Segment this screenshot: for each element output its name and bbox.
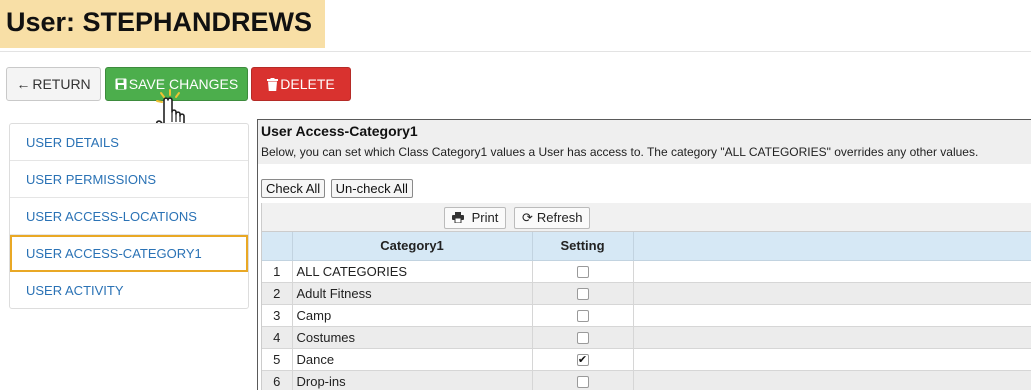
- column-header-setting[interactable]: Setting: [532, 232, 634, 261]
- filler-cell: [633, 370, 1031, 390]
- setting-checkbox[interactable]: [576, 266, 589, 279]
- printer-icon: [452, 210, 472, 225]
- filler-cell: [633, 348, 1031, 371]
- table-row: 1 ALL CATEGORIES: [262, 260, 1031, 283]
- column-header-filler: [633, 232, 1031, 261]
- arrow-left-icon: ←: [16, 76, 31, 92]
- table-row: 4 Costumes: [262, 326, 1031, 349]
- sidebar-item-user-access-category1[interactable]: USER ACCESS-CATEGORY1: [10, 235, 248, 272]
- row-number: 5: [262, 348, 293, 371]
- category-access-panel: User Access-Category1 Below, you can set…: [257, 119, 1031, 390]
- filler-cell: [633, 304, 1031, 327]
- print-label: Print: [471, 210, 499, 225]
- column-header-category[interactable]: Category1: [292, 232, 533, 261]
- setting-checkbox[interactable]: [576, 310, 589, 323]
- row-number: 6: [262, 370, 293, 390]
- return-button[interactable]: ← RETURN: [6, 67, 101, 101]
- category-cell: Dance: [292, 348, 533, 371]
- category-cell: Adult Fitness: [292, 282, 533, 305]
- setting-checkbox[interactable]: [576, 376, 589, 389]
- column-header-row-number: [262, 232, 293, 261]
- sidebar-item-user-activity[interactable]: USER ACTIVITY: [10, 272, 248, 309]
- delete-button[interactable]: DELETE: [251, 67, 351, 101]
- category-cell: Drop-ins: [292, 370, 533, 390]
- grid-toolbar: Print ⟳ Refresh: [262, 203, 1031, 232]
- panel-description: Below, you can set which Class Category1…: [261, 145, 979, 159]
- refresh-label: Refresh: [536, 210, 583, 225]
- setting-checkbox[interactable]: [576, 332, 589, 345]
- category-grid: Print ⟳ Refresh Category1 Setting 1 ALL CA…: [261, 203, 1031, 390]
- check-controls: Check All Un-check All: [261, 179, 414, 198]
- row-number: 1: [262, 260, 293, 283]
- category-cell: Camp: [292, 304, 533, 327]
- print-button[interactable]: Print: [444, 207, 507, 229]
- sidebar-nav: USER DETAILS USER PERMISSIONS USER ACCES…: [9, 123, 249, 309]
- trash-icon: [267, 68, 279, 100]
- sidebar-item-user-access-locations[interactable]: USER ACCESS-LOCATIONS: [10, 198, 248, 235]
- filler-cell: [633, 282, 1031, 305]
- panel-title: User Access-Category1: [261, 123, 418, 139]
- sidebar-item-user-permissions[interactable]: USER PERMISSIONS: [10, 161, 248, 198]
- setting-cell: [532, 260, 634, 283]
- floppy-disk-icon: [115, 68, 127, 100]
- category-table: Category1 Setting 1 ALL CATEGORIES 2 Adult …: [262, 232, 1031, 390]
- table-row: 6 Drop-ins: [262, 370, 1031, 390]
- setting-checkbox[interactable]: ✔: [576, 354, 589, 367]
- setting-cell: [532, 370, 634, 390]
- filler-cell: [633, 260, 1031, 283]
- category-cell: ALL CATEGORIES: [292, 260, 533, 283]
- check-all-button[interactable]: Check All: [261, 179, 326, 198]
- return-button-label: RETURN: [32, 76, 91, 92]
- row-number: 4: [262, 326, 293, 349]
- row-number: 2: [262, 282, 293, 305]
- setting-cell: ✔: [532, 348, 634, 371]
- refresh-button[interactable]: ⟳ Refresh: [514, 207, 591, 229]
- uncheck-all-button[interactable]: Un-check All: [330, 179, 413, 198]
- setting-cell: [532, 326, 634, 349]
- title-divider: [0, 51, 1031, 52]
- refresh-icon: ⟳: [522, 210, 533, 225]
- setting-cell: [532, 282, 634, 305]
- delete-button-label: DELETE: [280, 76, 335, 92]
- setting-checkbox[interactable]: [576, 288, 589, 301]
- filler-cell: [633, 326, 1031, 349]
- panel-header: User Access-Category1 Below, you can set…: [258, 120, 1031, 164]
- category-cell: Costumes: [292, 326, 533, 349]
- table-row: 5 Dance ✔: [262, 348, 1031, 371]
- table-row: 3 Camp: [262, 304, 1031, 327]
- sidebar-item-user-details[interactable]: USER DETAILS: [10, 124, 248, 161]
- row-number: 3: [262, 304, 293, 327]
- table-row: 2 Adult Fitness: [262, 282, 1031, 305]
- page-title: User: STEPHANDREWS: [0, 0, 325, 48]
- setting-cell: [532, 304, 634, 327]
